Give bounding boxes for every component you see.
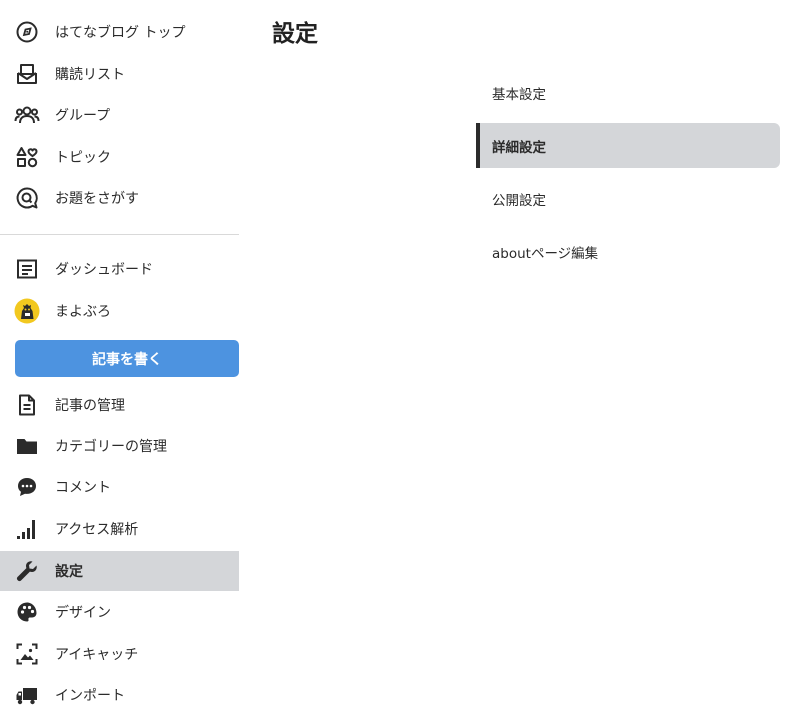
search-bubble-icon <box>14 185 40 211</box>
wrench-icon <box>14 558 40 584</box>
document-icon <box>14 392 40 418</box>
sidebar-divider <box>0 234 239 235</box>
sidebar-item-label: デザイン <box>55 605 111 621</box>
sidebar-item-label: アクセス解析 <box>55 522 139 538</box>
sidebar-item-eyecatch[interactable]: アイキャッチ <box>0 634 239 674</box>
settings-menu-item-label: aboutページ編集 <box>492 245 599 262</box>
sidebar-item-access-analytics[interactable]: アクセス解析 <box>0 509 239 549</box>
sidebar-item-label: はてなブログ トップ <box>55 25 186 41</box>
sidebar: はてなブログ トップ 購読リスト グループ トピック お題をさがす ダッシュボー… <box>0 0 239 715</box>
sidebar-item-label: トピック <box>55 150 111 166</box>
page-title: 設定 <box>272 21 318 47</box>
folder-icon <box>14 433 40 459</box>
settings-menu-item-label: 基本設定 <box>492 86 546 103</box>
signal-bars-icon <box>14 516 40 542</box>
image-frame-icon <box>14 641 40 667</box>
sidebar-item-dashboard[interactable]: ダッシュボード <box>0 249 239 289</box>
shapes-icon <box>14 144 40 170</box>
sidebar-item-label: まよぶろ <box>55 304 111 320</box>
settings-menu-item-advanced[interactable]: 詳細設定 <box>476 123 780 168</box>
sidebar-item-label: インポート <box>55 688 125 704</box>
settings-menu-item-label: 詳細設定 <box>492 139 546 156</box>
sidebar-item-design[interactable]: デザイン <box>0 592 239 632</box>
sidebar-item-settings[interactable]: 設定 <box>0 551 239 591</box>
sidebar-item-label: ダッシュボード <box>55 262 153 278</box>
group-icon <box>14 102 40 128</box>
sidebar-item-hatena-blog-top[interactable]: はてなブログ トップ <box>0 12 239 52</box>
sidebar-item-groups[interactable]: グループ <box>0 95 239 135</box>
compass-icon <box>14 19 40 45</box>
comment-icon <box>14 474 40 500</box>
settings-menu-item-basic[interactable]: 基本設定 <box>476 70 776 115</box>
sidebar-item-label: カテゴリーの管理 <box>55 439 167 455</box>
sidebar-item-label: コメント <box>55 480 111 496</box>
sidebar-item-label: 記事の管理 <box>55 398 125 414</box>
sidebar-item-manage-articles[interactable]: 記事の管理 <box>0 385 239 425</box>
sidebar-item-label: グループ <box>55 108 111 124</box>
sidebar-item-label: アイキャッチ <box>55 647 139 663</box>
sidebar-item-label: 設定 <box>55 564 83 580</box>
sidebar-item-subscriptions[interactable]: 購読リスト <box>0 54 239 94</box>
sidebar-item-find-topics[interactable]: お題をさがす <box>0 178 239 218</box>
sidebar-item-import[interactable]: インポート <box>0 675 239 715</box>
palette-icon <box>14 599 40 625</box>
inbox-icon <box>14 61 40 87</box>
settings-menu-item-publishing[interactable]: 公開設定 <box>476 176 776 221</box>
sidebar-item-topics[interactable]: トピック <box>0 137 239 177</box>
sidebar-item-manage-categories[interactable]: カテゴリーの管理 <box>0 426 239 466</box>
sidebar-item-label: お題をさがす <box>55 191 139 207</box>
sidebar-item-comments[interactable]: コメント <box>0 467 239 507</box>
sidebar-item-blog[interactable]: まよぶろ <box>0 291 239 331</box>
truck-icon <box>14 682 40 708</box>
sidebar-item-label: 購読リスト <box>55 67 125 83</box>
settings-menu-item-about-page[interactable]: aboutページ編集 <box>476 229 776 274</box>
blog-avatar-icon <box>14 298 40 324</box>
settings-menu-item-label: 公開設定 <box>492 192 546 209</box>
write-article-button[interactable]: 記事を書く <box>15 340 239 377</box>
dashboard-icon <box>14 256 40 282</box>
